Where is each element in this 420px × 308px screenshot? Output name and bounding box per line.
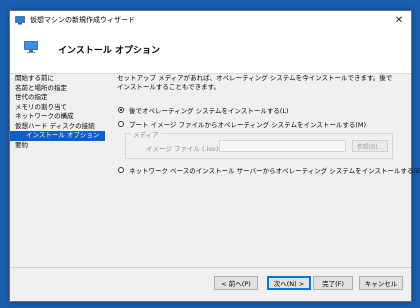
page-title: インストール オプション (58, 46, 160, 56)
back-button[interactable]: < 前へ(P) (214, 276, 258, 290)
nav-item-virtual-hard-disk[interactable]: 仮想ハード ディスクの接続 (10, 122, 105, 132)
nav-item-installation-options[interactable]: インストール オプション (10, 131, 105, 141)
wizard-steps: 開始する前に 名前と場所の指定 世代の指定 メモリの割り当て ネットワークの構成… (10, 74, 105, 150)
option-network-install-label: ネットワーク ベースのインストール サーバーからオペレーティング システムをイン… (129, 167, 420, 175)
radio-install-later[interactable] (118, 107, 124, 113)
next-button[interactable]: 次へ(N) > (267, 276, 311, 290)
option-boot-image-label: ブート イメージ ファイルからオペレーティング システムをインストールする(M) (129, 121, 367, 129)
nav-item-before-you-begin[interactable]: 開始する前に (10, 74, 105, 84)
close-icon: ✕ (394, 14, 404, 26)
image-file-input[interactable] (219, 140, 346, 152)
virtual-machine-icon (24, 41, 38, 53)
content-panel: セットアップ メディアがあれば、オペレーティング システムを今インストールできま… (117, 74, 420, 175)
option-install-later-label: 後でオペレーティング システムをインストールする(L) (129, 107, 289, 115)
option-boot-image[interactable]: ブート イメージ ファイルからオペレーティング システムをインストールする(M) (118, 119, 366, 129)
title-bar: 仮想マシンの新規作成ウィザード ✕ (10, 11, 411, 29)
wizard-header: インストール オプション (10, 29, 411, 74)
description-text: セットアップ メディアがあれば、オペレーティング システムを今インストールできま… (117, 74, 393, 91)
image-file-label: イメージ ファイル (.iso)(I): (146, 145, 228, 153)
window-title: 仮想マシンの新規作成ウィザード (30, 16, 135, 24)
cancel-button[interactable]: キャンセル (359, 276, 403, 290)
media-legend: メディア (131, 129, 161, 139)
hyperv-icon (15, 15, 25, 24)
option-network-install[interactable]: ネットワーク ベースのインストール サーバーからオペレーティング システムをイン… (118, 165, 420, 175)
media-group: メディア イメージ ファイル (.iso)(I): 参照(B)... (125, 129, 393, 159)
nav-item-name-location[interactable]: 名前と場所の指定 (10, 84, 105, 94)
radio-boot-image[interactable] (118, 121, 124, 127)
finish-button[interactable]: 完了(F) (313, 276, 353, 290)
option-install-later[interactable]: 後でオペレーティング システムをインストールする(L) (118, 105, 289, 115)
nav-item-memory[interactable]: メモリの割り当て (10, 103, 105, 113)
nav-item-summary[interactable]: 要約 (10, 141, 105, 151)
nav-item-networking[interactable]: ネットワークの構成 (10, 112, 105, 122)
footer-divider (10, 267, 411, 268)
close-button[interactable]: ✕ (387, 11, 411, 29)
radio-network-install[interactable] (118, 167, 124, 173)
browse-button[interactable]: 参照(B)... (352, 140, 388, 152)
nav-item-generation[interactable]: 世代の指定 (10, 93, 105, 103)
wizard-window: 仮想マシンの新規作成ウィザード ✕ インストール オプション 開始する前に 名前… (9, 10, 420, 302)
